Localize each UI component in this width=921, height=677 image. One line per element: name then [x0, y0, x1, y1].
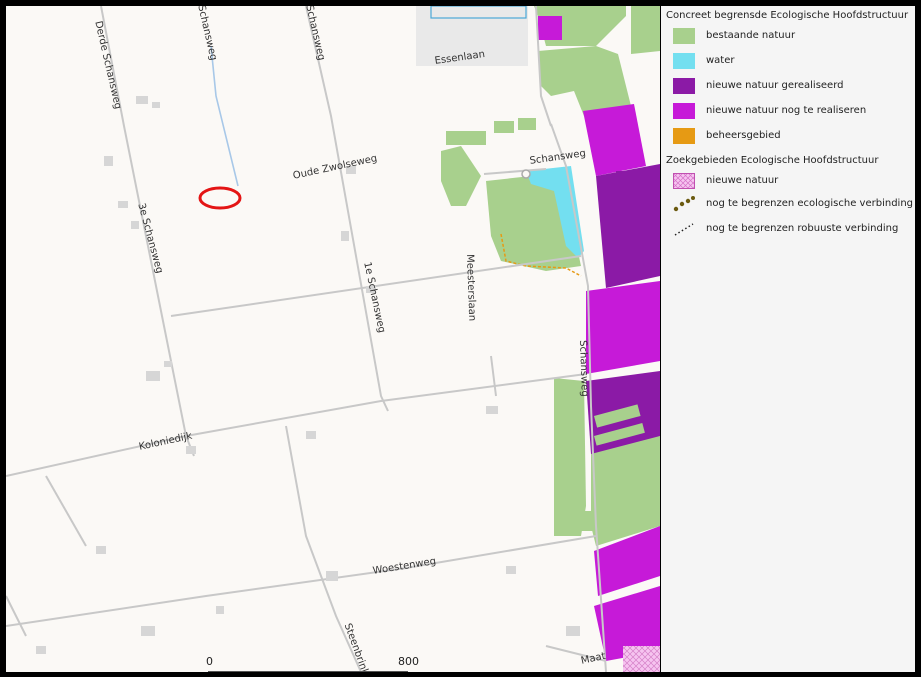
- location-marker: [198, 186, 242, 210]
- dotted-black-icon: [674, 223, 694, 236]
- legend-item-water: water: [673, 53, 913, 71]
- swatch-new-nature-realised: [673, 78, 695, 94]
- dotted-brown-icon: [673, 196, 695, 212]
- legend-section2-title: Zoekgebieden Ecologische Hoofdstructuur: [666, 155, 879, 166]
- swatch-new-nature-to-realise: [673, 103, 695, 119]
- map-frame: Derde Schansweg Schansweg Schansweg Esse…: [0, 0, 921, 677]
- swatch-management-area: [673, 128, 695, 144]
- legend-item-new-nature-to-realise: nieuwe natuur nog te realiseren: [673, 103, 913, 121]
- ditch-lines: [210, 45, 239, 187]
- roundabout: [521, 169, 531, 179]
- scale-end: 800 m: [398, 655, 419, 672]
- map-canvas[interactable]: Derde Schansweg Schansweg Schansweg Esse…: [6, 6, 660, 672]
- legend-item-management-area: beheersgebied: [673, 128, 913, 146]
- legend-item-ecological-connection: nog te begrenzen ecologische verbinding: [673, 196, 913, 214]
- search-area-new-nature: [623, 646, 660, 672]
- legend-panel: Concreet begrensde Ecologische Hoofdstru…: [661, 6, 915, 672]
- road-label-schansweg-right: Schansweg: [577, 340, 590, 397]
- road-label-meesterslaan: Meesterslaan: [464, 254, 478, 322]
- swatch-water: [673, 53, 695, 69]
- legend-item-search-new-nature: nieuwe natuur: [673, 173, 913, 191]
- legend-item-robust-connection: nog te begrenzen robuuste verbinding: [673, 221, 913, 239]
- hatched-pink-icon: [673, 173, 695, 189]
- legend-section1-title: Concreet begrensde Ecologische Hoofdstru…: [666, 10, 909, 21]
- map-svg: [6, 6, 660, 672]
- scale-start: 0: [206, 655, 213, 668]
- legend-item-existing-nature: bestaande natuur: [673, 28, 913, 46]
- swatch-existing-nature: [673, 28, 695, 44]
- legend-item-new-nature-realised: nieuwe natuur gerealiseerd: [673, 78, 913, 96]
- scale-bar: 0 800 m: [206, 655, 419, 672]
